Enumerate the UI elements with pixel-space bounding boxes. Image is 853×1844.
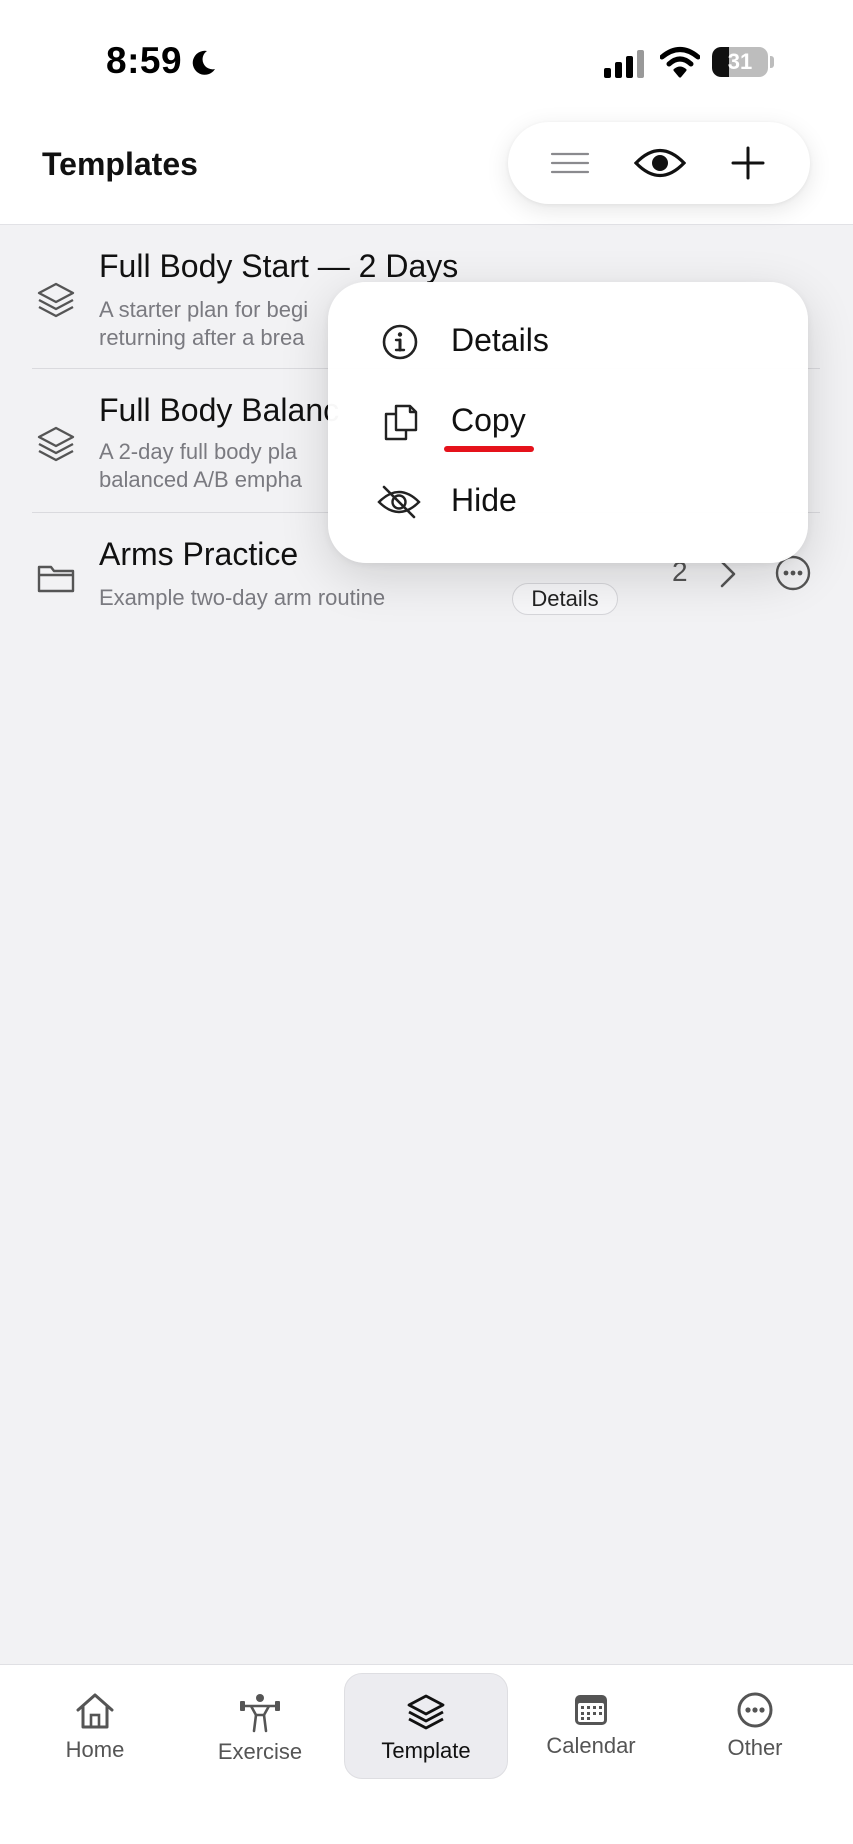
plus-icon (731, 146, 765, 180)
details-badge[interactable]: Details (512, 583, 618, 615)
menu-item-hide[interactable]: Hide (328, 462, 808, 542)
layers-icon (37, 426, 75, 462)
tab-home[interactable]: Home (40, 1665, 150, 1775)
tab-label: Other (727, 1735, 783, 1760)
layers-icon (37, 282, 75, 318)
menu-item-label: Details (451, 322, 549, 358)
menu-item-details[interactable]: Details (328, 302, 808, 382)
cellular-signal-icon (604, 50, 644, 78)
context-menu: Details Copy Hide (328, 282, 808, 563)
tab-template[interactable]: Template (344, 1673, 508, 1779)
template-description-line2: balanced A/B empha (99, 467, 303, 492)
template-title: Full Body Start — 2 Days (99, 248, 459, 284)
copy-icon (384, 404, 418, 441)
more-circle-icon (737, 1692, 773, 1728)
tab-exercise[interactable]: Exercise (200, 1665, 320, 1775)
menu-item-copy[interactable]: Copy (328, 382, 808, 462)
show-hidden-button[interactable] (620, 122, 700, 204)
template-title: Arms Practice (99, 536, 299, 572)
reorder-button[interactable] (530, 122, 610, 204)
template-description: Example two-day arm routine (99, 585, 386, 610)
tab-label: Template (381, 1738, 471, 1763)
eye-icon (634, 148, 686, 178)
menu-item-label: Copy (451, 402, 526, 438)
header: Templates (0, 110, 853, 225)
tab-label: Exercise (217, 1739, 303, 1764)
header-toolbar (508, 122, 810, 204)
eye-slash-icon (377, 485, 421, 519)
info-icon (382, 324, 418, 360)
highlight-underline (444, 446, 534, 452)
home-icon (76, 1693, 114, 1729)
wifi-icon (660, 47, 700, 78)
template-title: Full Body Balanc (99, 392, 340, 428)
page-title: Templates (42, 146, 198, 182)
tab-label: Calendar (546, 1733, 636, 1758)
status-bar: 8:59 31 (0, 0, 853, 110)
folder-icon (37, 565, 75, 593)
weightlifter-icon (240, 1694, 280, 1733)
tab-other[interactable]: Other (700, 1665, 810, 1775)
reorder-lines-icon (550, 152, 590, 174)
moon-icon (192, 50, 215, 75)
tab-label: Home (65, 1737, 125, 1762)
calendar-icon (575, 1695, 607, 1725)
add-template-button[interactable] (708, 122, 788, 204)
battery-level: 31 (727, 49, 753, 74)
layers-icon (407, 1694, 445, 1730)
template-description: A 2-day full body pla (99, 439, 298, 464)
tab-calendar[interactable]: Calendar (532, 1665, 650, 1775)
battery-indicator: 31 (712, 47, 768, 77)
template-description: A starter plan for begi (99, 297, 309, 322)
template-description-line2: returning after a brea (99, 325, 305, 350)
battery-cap (770, 56, 774, 68)
status-time: 8:59 (106, 40, 183, 81)
menu-item-label: Hide (451, 482, 517, 518)
tab-bar: Home Exercise Template Calendar Other (0, 1664, 853, 1844)
